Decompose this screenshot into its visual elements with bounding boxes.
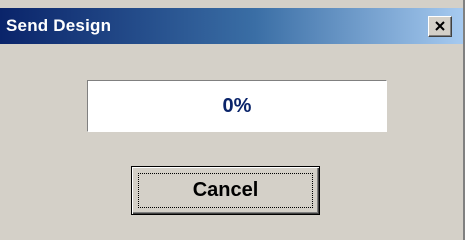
cancel-button[interactable]: Cancel [131,166,320,215]
progress-percent: 0% [222,95,252,117]
cancel-button-label: Cancel [192,179,259,201]
close-icon [435,21,445,31]
progress-field: 0% [87,80,387,132]
send-design-dialog: Send Design 0% Cancel [0,0,465,240]
window-title: Send Design [6,16,112,35]
close-button[interactable] [428,16,452,37]
title-bar[interactable]: Send Design [0,8,463,44]
